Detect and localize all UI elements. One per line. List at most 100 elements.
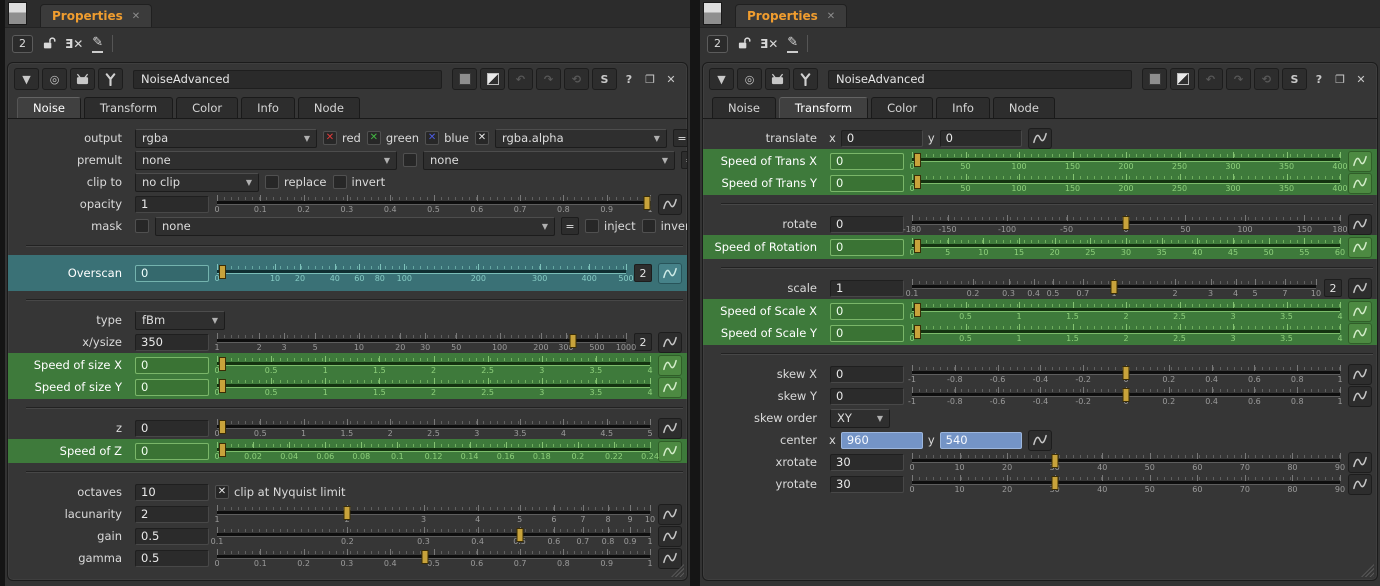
slider-handle[interactable] bbox=[516, 528, 523, 542]
mask-dropdown[interactable]: none▼ bbox=[155, 217, 555, 236]
speed-z-input[interactable]: 0 bbox=[135, 443, 209, 460]
redo-button[interactable]: ↷ bbox=[1226, 68, 1251, 90]
skew-order-dropdown[interactable]: XY▼ bbox=[830, 409, 890, 428]
speed-scale-y-curve-button[interactable] bbox=[1348, 323, 1372, 344]
help-button[interactable]: ? bbox=[1310, 69, 1328, 89]
scale-slider[interactable]: 0.10.20.30.40.50.712345710 bbox=[912, 277, 1316, 299]
nyquist-checkbox[interactable]: ✕ bbox=[215, 485, 229, 499]
output-dropdown[interactable]: rgba▼ bbox=[135, 129, 317, 148]
slider-handle[interactable] bbox=[219, 265, 226, 279]
speed-trans-x-slider[interactable]: 050100150200250300350400 bbox=[912, 150, 1340, 172]
speed-trans-y-curve-button[interactable] bbox=[1348, 173, 1372, 194]
gamma-curve-button[interactable] bbox=[658, 548, 682, 569]
split-layout-button[interactable] bbox=[480, 68, 505, 90]
translate-curve-button[interactable] bbox=[1028, 128, 1052, 149]
premult-dropdown[interactable]: none▼ bbox=[135, 151, 397, 170]
rotate-curve-button[interactable] bbox=[1348, 214, 1372, 235]
scale-curve-button[interactable] bbox=[1348, 278, 1372, 299]
gain-curve-button[interactable] bbox=[658, 526, 682, 547]
script-button[interactable]: S bbox=[592, 68, 617, 90]
xrotate-slider[interactable]: 0102030405060708090 bbox=[912, 451, 1340, 473]
slider-handle[interactable] bbox=[914, 175, 921, 189]
node-name-input[interactable]: NoiseAdvanced bbox=[828, 70, 1132, 89]
tab-node[interactable]: Node bbox=[993, 97, 1055, 118]
script-button[interactable]: S bbox=[1282, 68, 1307, 90]
tab-noise[interactable]: Noise bbox=[17, 97, 81, 118]
skew-y-input[interactable]: 0 bbox=[830, 388, 904, 405]
slider-handle[interactable] bbox=[1051, 454, 1058, 468]
rotate-slider[interactable]: -180-150-100-50050100150180 bbox=[912, 213, 1340, 235]
tab-close-icon[interactable]: ✕ bbox=[827, 11, 835, 22]
undo-button[interactable]: ↶ bbox=[1198, 68, 1223, 90]
skew-y-slider[interactable]: -1-0.8-0.6-0.4-0.200.20.40.60.81 bbox=[912, 385, 1340, 407]
gamma-slider[interactable]: 00.10.20.30.40.50.60.70.80.91 bbox=[217, 547, 650, 569]
properties-tab[interactable]: Properties✕ bbox=[40, 4, 152, 27]
tab-transform[interactable]: Transform bbox=[84, 97, 173, 118]
overscan-input[interactable]: 0 bbox=[135, 265, 209, 282]
slider-handle[interactable] bbox=[1123, 366, 1130, 380]
translate-y-input[interactable]: 0 bbox=[940, 130, 1022, 147]
z-input[interactable]: 0 bbox=[135, 420, 209, 437]
slider-handle[interactable] bbox=[914, 239, 921, 253]
properties-tab[interactable]: Properties✕ bbox=[735, 4, 847, 27]
max-panels-count[interactable]: 2 bbox=[12, 35, 33, 53]
skew-x-input[interactable]: 0 bbox=[830, 366, 904, 383]
speed-trans-y-input[interactable]: 0 bbox=[830, 175, 904, 192]
lacunarity-input[interactable]: 2 bbox=[135, 506, 209, 523]
red-channel-checkbox[interactable]: ✕ bbox=[323, 131, 337, 145]
slider-handle[interactable] bbox=[914, 303, 921, 317]
tab-close-icon[interactable]: ✕ bbox=[132, 11, 140, 22]
slider-handle[interactable] bbox=[219, 443, 226, 457]
slider-handle[interactable] bbox=[569, 334, 576, 348]
opacity-input[interactable]: 1 bbox=[135, 196, 209, 213]
redo-button[interactable]: ↷ bbox=[536, 68, 561, 90]
opacity-curve-button[interactable] bbox=[658, 194, 682, 215]
z-curve-button[interactable] bbox=[658, 418, 682, 439]
inject-checkbox[interactable] bbox=[585, 219, 599, 233]
unlock-icon[interactable] bbox=[42, 37, 56, 50]
replace-checkbox[interactable] bbox=[265, 175, 279, 189]
speed-scale-x-curve-button[interactable] bbox=[1348, 301, 1372, 322]
slider-handle[interactable] bbox=[1051, 476, 1058, 490]
center-y-input[interactable]: 540 bbox=[940, 432, 1022, 449]
center-node-button[interactable]: ◎ bbox=[737, 68, 762, 90]
collapse-arrow-button[interactable]: ▼ bbox=[709, 68, 734, 90]
yrotate-slider[interactable]: 0102030405060708090 bbox=[912, 473, 1340, 495]
premult-checkbox[interactable] bbox=[403, 153, 417, 167]
panel-grip-icon[interactable] bbox=[703, 2, 722, 25]
speed-size-y-slider[interactable]: 00.511.522.533.54 bbox=[217, 376, 650, 398]
green-channel-checkbox[interactable]: ✕ bbox=[367, 131, 381, 145]
skew-y-curve-button[interactable] bbox=[1348, 386, 1372, 407]
revert-button[interactable]: ⟲ bbox=[564, 68, 589, 90]
speed-z-slider[interactable]: 00.020.040.060.080.10.120.140.160.180.20… bbox=[217, 440, 650, 462]
float-window-button[interactable]: ❐ bbox=[641, 69, 659, 89]
layout-square-button[interactable] bbox=[1142, 68, 1167, 90]
gain-slider[interactable]: 0.10.20.30.40.50.60.70.80.91 bbox=[217, 525, 650, 547]
type-dropdown[interactable]: fBm▼ bbox=[135, 311, 225, 330]
slider-handle[interactable] bbox=[644, 196, 651, 210]
clip-to-dropdown[interactable]: no clip▼ bbox=[135, 173, 259, 192]
collapse-arrow-button[interactable]: ▼ bbox=[14, 68, 39, 90]
speed-rotation-slider[interactable]: 051015202530354045505560 bbox=[912, 236, 1340, 258]
slider-handle[interactable] bbox=[219, 357, 226, 371]
close-panel-button[interactable]: ✕ bbox=[1352, 69, 1370, 89]
rotate-input[interactable]: 0 bbox=[830, 216, 904, 233]
speed-trans-x-curve-button[interactable] bbox=[1348, 151, 1372, 172]
revert-button[interactable]: ⟲ bbox=[1254, 68, 1279, 90]
speed-rotation-curve-button[interactable] bbox=[1348, 237, 1372, 258]
center-x-input[interactable]: 960 bbox=[841, 432, 923, 449]
speed-scale-x-input[interactable]: 0 bbox=[830, 303, 904, 320]
scale-views-button[interactable]: 2 bbox=[1324, 279, 1342, 297]
speed-size-y-input[interactable]: 0 bbox=[135, 379, 209, 396]
skew-x-slider[interactable]: -1-0.8-0.6-0.4-0.200.20.40.60.81 bbox=[912, 363, 1340, 385]
overscan-slider[interactable]: 01020406080100200300400500 bbox=[217, 262, 626, 284]
node-name-input[interactable]: NoiseAdvanced bbox=[133, 70, 442, 89]
slider-handle[interactable] bbox=[421, 550, 428, 564]
slider-handle[interactable] bbox=[1111, 280, 1118, 294]
slider-handle[interactable] bbox=[1123, 216, 1130, 230]
help-button[interactable]: ? bbox=[620, 69, 638, 89]
max-panels-count[interactable]: 2 bbox=[707, 35, 728, 53]
wrench-icon-button[interactable] bbox=[98, 68, 123, 90]
center-node-button[interactable]: ◎ bbox=[42, 68, 67, 90]
tab-info[interactable]: Info bbox=[241, 97, 295, 118]
